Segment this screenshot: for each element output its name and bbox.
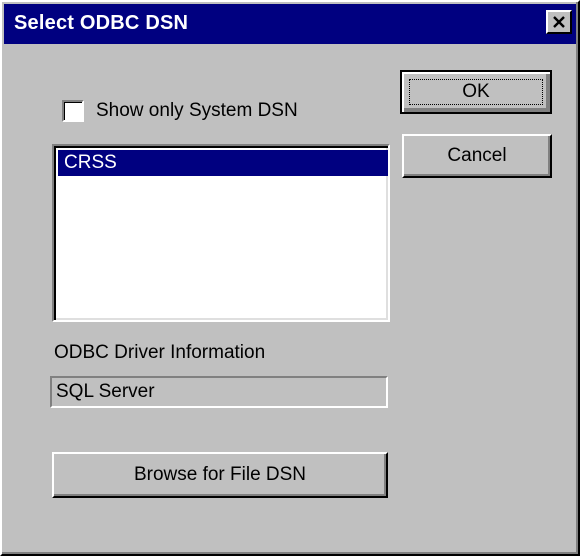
close-icon <box>553 16 565 28</box>
system-dsn-option[interactable]: Show only System DSN <box>62 98 298 124</box>
dialog-title: Select ODBC DSN <box>14 12 189 34</box>
ok-button[interactable]: OK <box>400 70 552 114</box>
dsn-listbox[interactable]: CRSS <box>52 144 390 322</box>
select-odbc-dsn-dialog: Select ODBC DSN Show only System DSN CRS… <box>0 0 580 556</box>
system-dsn-checkbox[interactable] <box>62 100 84 122</box>
focus-rectangle <box>409 79 543 105</box>
close-button[interactable] <box>546 10 572 34</box>
driver-info-label: ODBC Driver Information <box>54 342 266 363</box>
driver-info-field: SQL Server <box>50 376 388 408</box>
browse-file-dsn-button[interactable]: Browse for File DSN <box>52 452 388 498</box>
cancel-button-label: Cancel <box>447 145 507 166</box>
cancel-button[interactable]: Cancel <box>402 134 552 178</box>
browse-file-dsn-button-label: Browse for File DSN <box>133 464 307 485</box>
dsn-list-item[interactable]: CRSS <box>58 150 388 176</box>
title-bar[interactable]: Select ODBC DSN <box>4 4 576 44</box>
system-dsn-checkbox-label[interactable]: Show only System DSN <box>96 100 298 122</box>
